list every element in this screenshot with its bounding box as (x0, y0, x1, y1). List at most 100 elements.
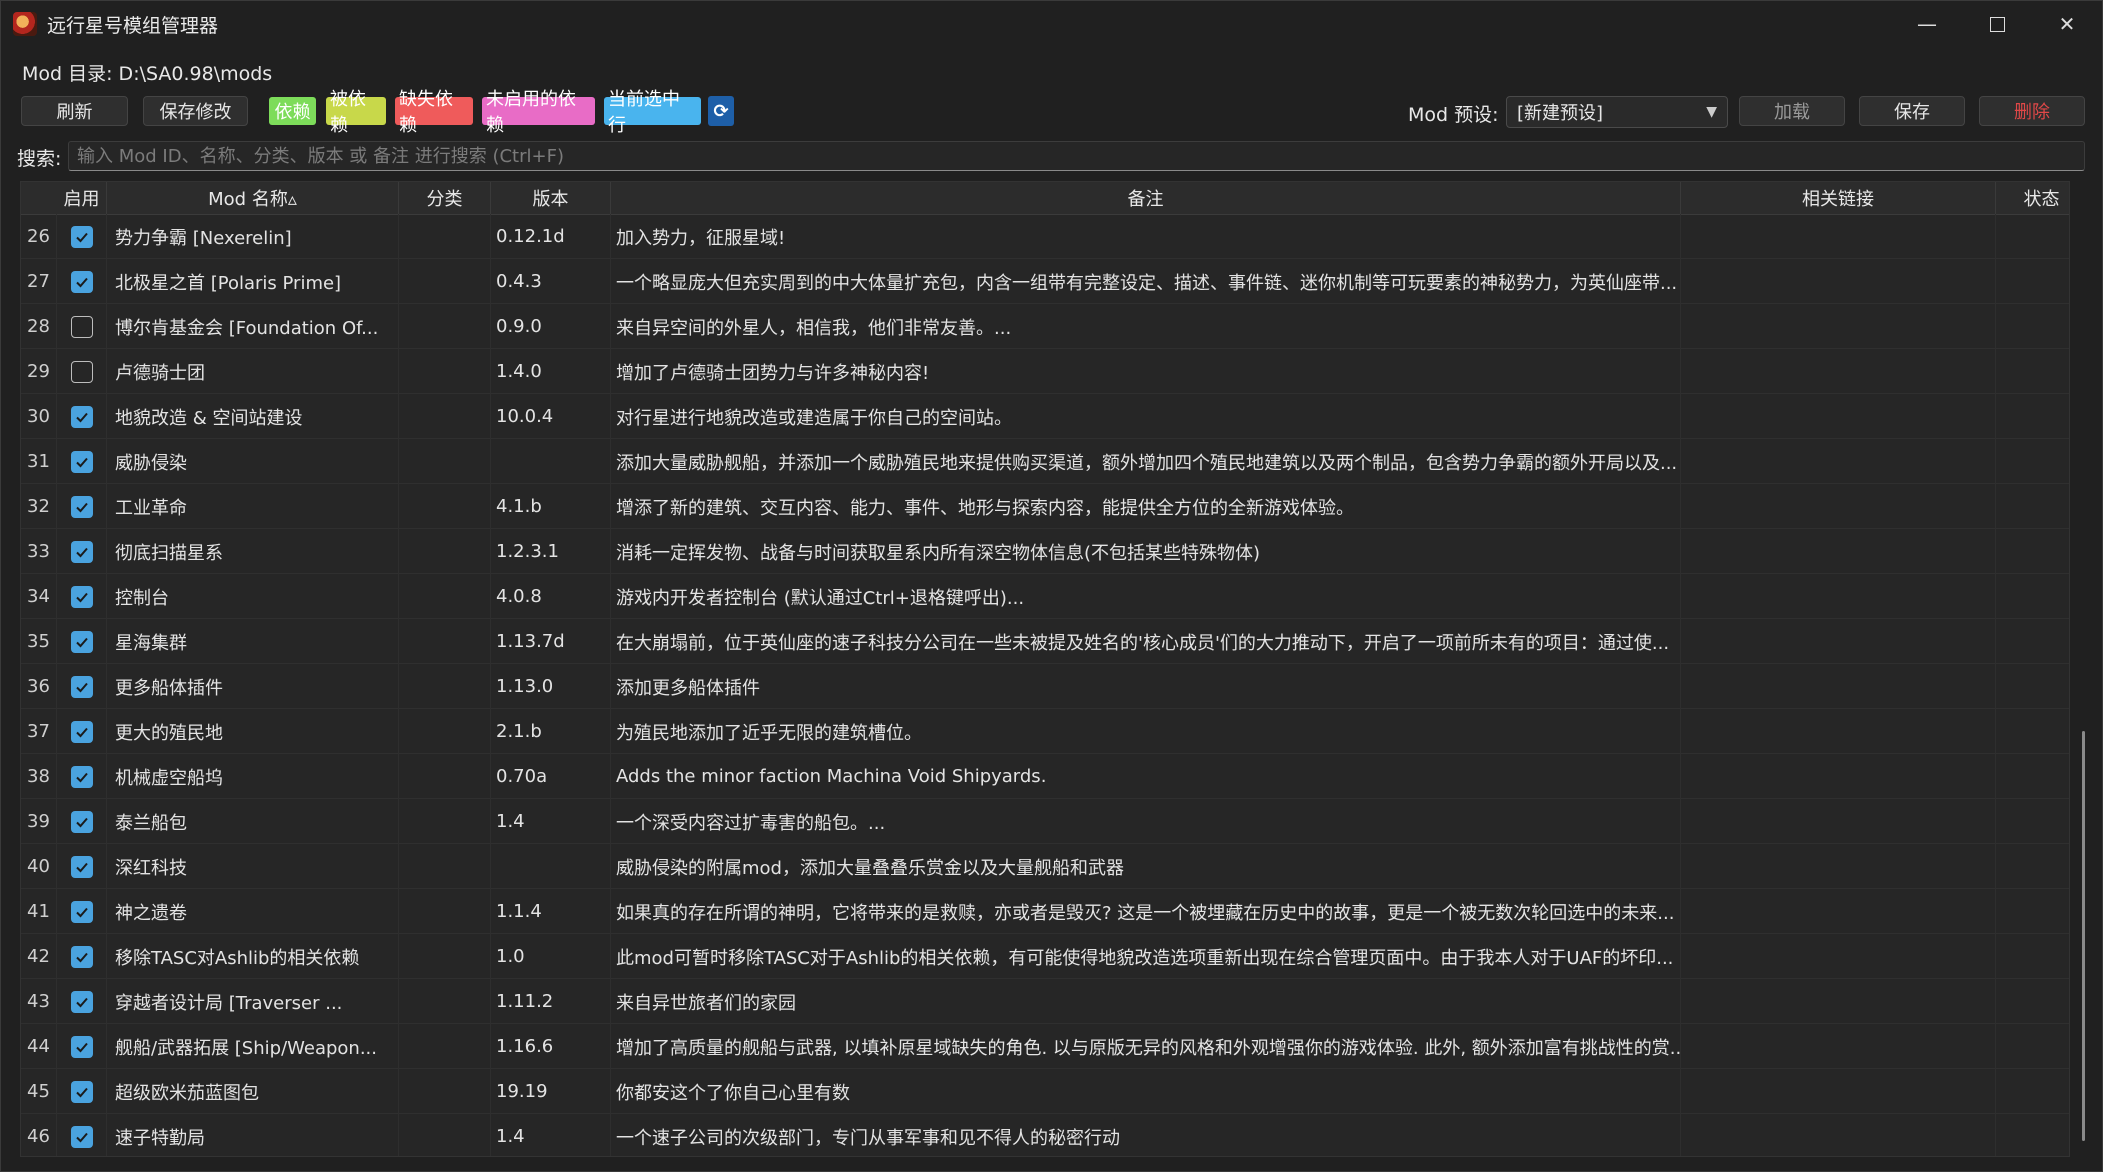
close-button[interactable]: ✕ (2032, 1, 2102, 47)
enable-checkbox[interactable] (70, 1035, 93, 1058)
table-row[interactable]: 34 控制台 4.0.8 游戏内开发者控制台 (默认通过Ctrl+退格键呼出)... (21, 574, 2069, 619)
table-row[interactable]: 40 深红科技 威胁侵染的附属mod，添加大量叠叠乐赏金以及大量舰船和武器 (21, 844, 2069, 889)
table-row[interactable]: 32 工业革命 4.1.b 增添了新的建筑、交互内容、能力、事件、地形与探索内容，能提… (21, 484, 2069, 529)
row-index: 44 (21, 1024, 57, 1069)
mod-links[interactable] (1681, 1069, 1996, 1114)
enable-checkbox[interactable] (70, 675, 93, 698)
table-row[interactable]: 41 神之遗卷 1.1.4 如果真的存在所谓的神明，它将带来的是救赎，亦或者是毁灭? … (21, 889, 2069, 934)
table-row[interactable]: 39 泰兰船包 1.4 一个深受内容过扩毒害的船包。... (21, 799, 2069, 844)
mod-links[interactable] (1681, 484, 1996, 529)
mod-links[interactable] (1681, 304, 1996, 349)
row-index: 26 (21, 214, 57, 259)
enable-checkbox[interactable] (70, 630, 93, 653)
minimize-button[interactable]: — (1892, 1, 1962, 47)
refresh-button[interactable]: 刷新 (21, 96, 128, 126)
enable-checkbox-cell (57, 664, 107, 709)
header-note[interactable]: 备注 (611, 182, 1681, 214)
header-links[interactable]: 相关链接 (1681, 182, 1996, 214)
minimize-icon: — (1917, 12, 1937, 36)
enable-checkbox-cell (57, 259, 107, 304)
mod-links[interactable] (1681, 979, 1996, 1024)
enable-checkbox[interactable] (70, 1080, 93, 1103)
enable-checkbox[interactable] (70, 765, 93, 788)
maximize-button[interactable] (1962, 1, 2032, 47)
mod-links[interactable] (1681, 844, 1996, 889)
table-row[interactable]: 42 移除TASC对Ashlib的相关依赖 1.0 此mod可暂时移除TASC对于As… (21, 934, 2069, 979)
table-row[interactable]: 27 北极星之首 [Polaris Prime] 0.4.3 一个略显庞大但充实周到的… (21, 259, 2069, 304)
table-row[interactable]: 31 威胁侵染 添加大量威胁舰船，并添加一个威胁殖民地来提供购买渠道，额外增加四个殖… (21, 439, 2069, 484)
enable-checkbox[interactable] (70, 540, 93, 563)
mod-version: 1.0 (491, 934, 611, 979)
mod-links[interactable] (1681, 574, 1996, 619)
save-preset-button[interactable]: 保存 (1859, 96, 1965, 126)
enable-checkbox[interactable] (70, 990, 93, 1013)
enable-checkbox-cell (57, 889, 107, 934)
mod-category (399, 619, 491, 664)
preset-label: Mod 预设: (1408, 104, 1499, 126)
table-row[interactable]: 29 卢德骑士团 1.4.0 增加了卢德骑士团势力与许多神秘内容! (21, 349, 2069, 394)
table-row[interactable]: 38 机械虚空船坞 0.70a Adds the minor faction Mach… (21, 754, 2069, 799)
table-row[interactable]: 46 速子特勤局 1.4 一个速子公司的次级部门，专门从事军事和见不得人的秘密行动 (21, 1114, 2069, 1156)
mod-links[interactable] (1681, 709, 1996, 754)
mod-links[interactable] (1681, 529, 1996, 574)
preset-select[interactable]: [新建预设] ▼ (1506, 96, 1728, 128)
enable-checkbox-cell (57, 1024, 107, 1069)
mod-links[interactable] (1681, 889, 1996, 934)
mod-links[interactable] (1681, 214, 1996, 259)
table-row[interactable]: 45 超级欧米茄蓝图包 19.19 你都安这个了你自己心里有数 (21, 1069, 2069, 1114)
header-status[interactable]: 状态 (1996, 182, 2069, 214)
table-row[interactable]: 26 势力争霸 [Nexerelin] 0.12.1d 加入势力，征服星域! (21, 214, 2069, 259)
table-row[interactable]: 36 更多船体插件 1.13.0 添加更多船体插件 (21, 664, 2069, 709)
table-row[interactable]: 30 地貌改造 & 空间站建设 10.0.4 对行星进行地貌改造或建造属于你自己的空间… (21, 394, 2069, 439)
load-preset-button[interactable]: 加载 (1739, 96, 1845, 126)
mod-links[interactable] (1681, 394, 1996, 439)
mod-category (399, 259, 491, 304)
sync-icon-button[interactable]: ⟳ (708, 96, 734, 126)
legend-tag: 未启用的依赖 (482, 89, 595, 136)
enable-checkbox[interactable] (70, 1125, 93, 1148)
table-row[interactable]: 28 博尔肯基金会 [Foundation Of... 0.9.0 来自异空间的外星人… (21, 304, 2069, 349)
row-index: 33 (21, 529, 57, 574)
delete-preset-button[interactable]: 删除 (1979, 96, 2085, 126)
enable-checkbox[interactable] (70, 405, 93, 428)
mod-links[interactable] (1681, 619, 1996, 664)
mod-name: 卢德骑士团 (107, 349, 399, 394)
header-version[interactable]: 版本 (491, 182, 611, 214)
enable-checkbox[interactable] (70, 900, 93, 923)
mod-links[interactable] (1681, 349, 1996, 394)
enable-checkbox[interactable] (70, 315, 93, 338)
table-row[interactable]: 43 穿越者设计局 [Traverser ... 1.11.2 来自异世旅者们的家园 (21, 979, 2069, 1024)
enable-checkbox[interactable] (70, 945, 93, 968)
table-row[interactable]: 44 舰船/武器拓展 [Ship/Weapon... 1.16.6 增加了高质量的舰船… (21, 1024, 2069, 1069)
enable-checkbox[interactable] (70, 450, 93, 473)
search-input[interactable] (68, 141, 2085, 171)
enable-checkbox[interactable] (70, 225, 93, 248)
mod-links[interactable] (1681, 934, 1996, 979)
header-enabled[interactable]: 启用 (57, 182, 107, 214)
save-changes-button[interactable]: 保存修改 (143, 96, 248, 126)
mod-note: 增加了卢德骑士团势力与许多神秘内容! (611, 349, 1681, 394)
enable-checkbox[interactable] (70, 585, 93, 608)
header-category[interactable]: 分类 (399, 182, 491, 214)
mod-links[interactable] (1681, 439, 1996, 484)
mod-status (1996, 484, 2069, 529)
table-row[interactable]: 35 星海集群 1.13.7d 在大崩塌前，位于英仙座的速子科技分公司在一些未被提及姓… (21, 619, 2069, 664)
enable-checkbox[interactable] (70, 720, 93, 743)
mod-category (399, 304, 491, 349)
mod-links[interactable] (1681, 754, 1996, 799)
vertical-scrollbar[interactable] (2082, 731, 2085, 1141)
enable-checkbox[interactable] (70, 270, 93, 293)
enable-checkbox[interactable] (70, 495, 93, 518)
header-name[interactable]: Mod 名称▵ (107, 182, 399, 214)
mod-links[interactable] (1681, 664, 1996, 709)
mod-links[interactable] (1681, 799, 1996, 844)
enable-checkbox[interactable] (70, 810, 93, 833)
mod-links[interactable] (1681, 259, 1996, 304)
mod-note: 一个略显庞大但充实周到的中大体量扩充包，内含一组带有完整设定、描述、事件链、迷你… (611, 259, 1681, 304)
enable-checkbox[interactable] (70, 360, 93, 383)
mod-links[interactable] (1681, 1024, 1996, 1069)
enable-checkbox[interactable] (70, 855, 93, 878)
mod-links[interactable] (1681, 1114, 1996, 1156)
table-row[interactable]: 33 彻底扫描星系 1.2.3.1 消耗一定挥发物、战备与时间获取星系内所有深空物体信… (21, 529, 2069, 574)
table-row[interactable]: 37 更大的殖民地 2.1.b 为殖民地添加了近乎无限的建筑槽位。 (21, 709, 2069, 754)
